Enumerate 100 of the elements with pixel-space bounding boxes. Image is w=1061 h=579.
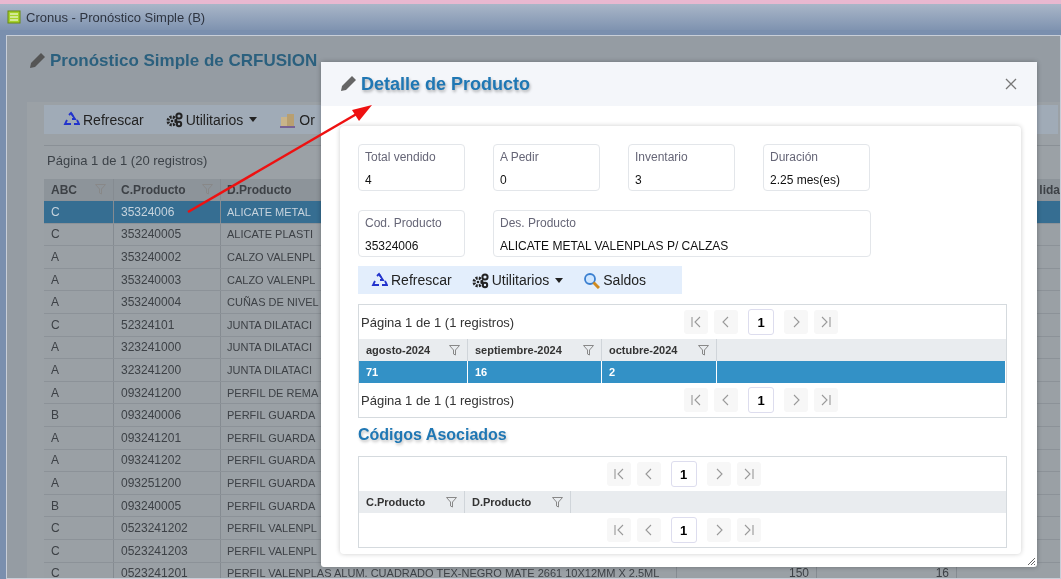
pager-button[interactable] [706, 462, 731, 486]
table-cell: B [51, 408, 59, 423]
table-cell: C [51, 317, 60, 332]
close-button[interactable] [1003, 76, 1019, 92]
table-cell: A [51, 295, 59, 310]
pager-button[interactable] [714, 388, 738, 412]
table-cell: A [51, 362, 59, 377]
pencil-icon [338, 74, 358, 94]
table-cell: A [51, 272, 59, 287]
table-cell: PERFIL GUARDA [227, 409, 316, 422]
table-cell: A [51, 385, 59, 400]
table-cell: 0523241201 [121, 566, 188, 578]
pager-button[interactable] [784, 388, 808, 412]
field-value: 2.25 mes(es) [770, 173, 842, 187]
first-page-icon [690, 394, 702, 406]
table-row[interactable]: 71 16 2 [359, 361, 1006, 383]
toolbar-button[interactable]: Utilitarios [160, 108, 263, 131]
toolbar-button[interactable]: Utilitarios [466, 268, 569, 292]
field-value: 35324006 [365, 239, 420, 253]
table-cell: 093241201 [121, 430, 182, 445]
filter-icon [446, 496, 457, 508]
page-number[interactable]: 1 [670, 517, 697, 543]
field-label: Duración [770, 150, 820, 164]
first-page-icon [690, 316, 702, 328]
table-cell: 71 [366, 366, 379, 378]
toolbar-button[interactable]: Or [274, 108, 320, 131]
pencil-icon [27, 51, 47, 71]
filter-icon [202, 184, 213, 195]
pager-button[interactable] [706, 518, 731, 542]
table-cell: C [51, 521, 60, 536]
field-label: Cod. Producto [365, 216, 443, 230]
table-cell: 353240003 [121, 272, 182, 287]
last-page-icon [820, 316, 832, 328]
table-cell: PERFIL DE REMA [227, 386, 319, 399]
pager-button[interactable] [714, 310, 738, 334]
table-cell: 093241200 [121, 385, 182, 400]
filter-icon [698, 344, 709, 356]
table-cell: 093251200 [121, 475, 182, 490]
table-cell: JUNTA DILATACI [227, 341, 312, 354]
table-cell: 093240006 [121, 408, 182, 423]
field-label: A Pedir [500, 150, 540, 164]
close-icon [1005, 78, 1017, 90]
pager-text: Página 1 de 1 (20 registros) [47, 153, 208, 168]
table-cell: C [51, 204, 60, 219]
app-icon [7, 10, 21, 24]
table-cell: JUNTA DILATACI [227, 363, 312, 376]
page-number[interactable]: 1 [748, 387, 774, 413]
field-value: 0 [500, 173, 508, 187]
pager-button[interactable] [736, 462, 761, 486]
table-cell: 093241202 [121, 453, 182, 468]
pager-button[interactable] [814, 310, 838, 334]
recycle-icon [371, 271, 388, 289]
table-cell: CALZO VALENPL [227, 251, 316, 263]
pager-button[interactable] [684, 388, 708, 412]
page-number[interactable]: 1 [748, 309, 774, 335]
pager-button[interactable] [636, 462, 661, 486]
pager-text: Página 1 de 1 (1 registros) [361, 314, 516, 330]
toolbar-button[interactable]: Refrescar [366, 268, 457, 292]
table-cell: 0523241202 [121, 521, 188, 536]
field-value: ALICATE METAL VALENPLAS P/ CALZAS [500, 239, 730, 253]
table-cell: PERFIL VALENPL [227, 544, 317, 557]
gears-icon [471, 271, 489, 289]
toolbar-button[interactable]: Refrescar [58, 108, 149, 131]
table-cell: PERFIL GUARDA [227, 454, 316, 467]
table-cell: 353240002 [121, 250, 182, 264]
table-cell: 323241000 [121, 340, 182, 355]
table-cell: PERFIL VALENPLAS ALUM. CUADRADO TEX-NEGRO MATE 2661 10X12MM X 2.5ML [227, 567, 660, 578]
section-heading: Códigos Asociados [358, 426, 508, 445]
table-cell: A [51, 453, 59, 468]
field-label: Des. Producto [500, 216, 578, 230]
dialog-title: Detalle de Producto [361, 73, 532, 95]
table-cell: PERFIL VALENPL [227, 522, 317, 535]
table-cell: ALICATE METAL [227, 205, 311, 218]
pager-button[interactable] [684, 310, 708, 334]
pager-button[interactable] [606, 518, 631, 542]
search-icon [583, 271, 601, 289]
table-cell: 35324006 [121, 204, 175, 219]
table-cell: 353240004 [121, 295, 182, 310]
table-cell: ALICATE PLASTI [227, 228, 313, 241]
toolbar-button[interactable]: Saldos [578, 268, 652, 292]
field-value: 4 [365, 173, 373, 187]
filter-icon [552, 496, 563, 508]
pager-button[interactable] [736, 518, 761, 542]
table-cell: CUÑAS DE NIVEL [227, 296, 319, 309]
table-cell: C [51, 566, 60, 578]
table-cell: 353240005 [121, 227, 182, 242]
page-number[interactable]: 1 [670, 461, 697, 487]
table-cell: A [51, 340, 59, 355]
column-header[interactable]: D.Producto [465, 491, 571, 513]
pager-button[interactable] [814, 388, 838, 412]
table-cell: A [51, 430, 59, 445]
table-cell: 52324101 [121, 317, 175, 332]
table-cell: 093240005 [121, 498, 182, 513]
pager-button[interactable] [606, 462, 631, 486]
field-label: Total vendido [365, 150, 437, 164]
pager-button[interactable] [636, 518, 661, 542]
table-cell: 150 [788, 566, 809, 578]
table-cell: 2 [609, 366, 616, 378]
column-header[interactable]: C.Producto [359, 491, 465, 513]
pager-button[interactable] [784, 310, 808, 334]
